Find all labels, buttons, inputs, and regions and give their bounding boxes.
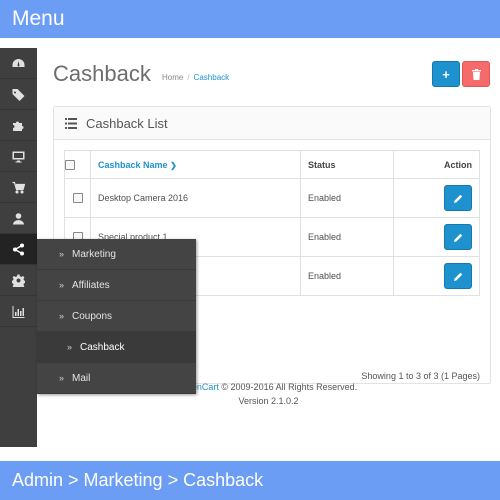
- flyout-item-cashback[interactable]: » Cashback: [37, 332, 196, 363]
- page-title: Cashback: [53, 61, 151, 86]
- flyout-item-coupons[interactable]: » Coupons: [37, 301, 196, 332]
- select-all-checkbox[interactable]: [65, 159, 75, 170]
- flyout-item-affiliates[interactable]: » Affiliates: [37, 270, 196, 301]
- bottom-banner: Admin > Marketing > Cashback: [0, 461, 500, 500]
- delete-button[interactable]: [462, 61, 490, 87]
- row-status: Enabled: [300, 256, 394, 296]
- desktop-icon: [12, 151, 25, 162]
- edit-button[interactable]: [444, 185, 472, 211]
- gear-icon: [12, 274, 25, 287]
- plus-icon: +: [442, 66, 450, 82]
- sidebar-item-sales[interactable]: [0, 172, 37, 203]
- puzzle-icon: [13, 121, 24, 131]
- table-row: Desktop Camera 2016 Enabled: [64, 178, 480, 218]
- column-header-status[interactable]: Status: [300, 150, 394, 179]
- flyout-item-marketing[interactable]: » Marketing: [37, 239, 196, 270]
- row-status: Enabled: [300, 217, 394, 257]
- row-name: Desktop Camera 2016: [90, 178, 301, 218]
- footer-copyright: © 2009-2016 All Rights Reserved.: [218, 382, 358, 392]
- breadcrumb-current[interactable]: Cashback: [194, 73, 230, 82]
- breadcrumb: Home / Cashback: [162, 73, 229, 82]
- double-chevron-icon: »: [59, 311, 65, 321]
- sidebar: [0, 48, 37, 447]
- breadcrumb-separator: /: [187, 73, 190, 82]
- bar-chart-icon: [12, 305, 25, 318]
- sidebar-item-marketing[interactable]: [0, 234, 37, 265]
- table-header-row: Cashback Name ❯ Status Action: [64, 150, 480, 179]
- column-header-action: Action: [393, 150, 480, 179]
- pencil-icon: [453, 233, 462, 242]
- top-banner: Menu: [0, 0, 500, 38]
- user-icon: [13, 212, 24, 224]
- row-checkbox[interactable]: [72, 193, 83, 204]
- sidebar-item-customers[interactable]: [0, 203, 37, 234]
- footer-version: Version 2.1.0.2: [238, 396, 299, 406]
- sidebar-item-dashboard[interactable]: [0, 48, 37, 79]
- double-chevron-icon: »: [59, 280, 65, 290]
- marketing-flyout-menu: » Marketing » Affiliates » Coupons » Cashbac…: [37, 239, 196, 394]
- sidebar-item-design[interactable]: [0, 141, 37, 172]
- pencil-icon: [453, 272, 462, 281]
- share-icon: [13, 243, 24, 255]
- add-button[interactable]: +: [432, 61, 460, 87]
- sort-chevron-icon: ❯: [170, 160, 177, 170]
- breadcrumb-home[interactable]: Home: [162, 73, 183, 82]
- pencil-icon: [453, 194, 462, 203]
- sidebar-item-system[interactable]: [0, 265, 37, 296]
- select-all-cell: [64, 150, 91, 179]
- sidebar-item-catalog[interactable]: [0, 79, 37, 110]
- list-icon: [65, 117, 77, 129]
- sidebar-item-reports[interactable]: [0, 296, 37, 327]
- flyout-item-mail[interactable]: » Mail: [37, 363, 196, 394]
- sidebar-item-extensions[interactable]: [0, 110, 37, 141]
- cart-icon: [12, 181, 25, 194]
- panel-heading: Cashback List: [54, 107, 490, 140]
- panel-title: Cashback List: [86, 115, 168, 131]
- double-chevron-icon: »: [67, 342, 73, 352]
- double-chevron-icon: »: [59, 373, 65, 383]
- tags-icon: [12, 88, 25, 101]
- dashboard-icon: [12, 58, 25, 67]
- row-status: Enabled: [300, 178, 394, 218]
- double-chevron-icon: »: [59, 249, 65, 259]
- edit-button[interactable]: [444, 263, 472, 289]
- edit-button[interactable]: [444, 224, 472, 250]
- trash-icon: [471, 68, 481, 80]
- column-header-name[interactable]: Cashback Name ❯: [90, 150, 301, 179]
